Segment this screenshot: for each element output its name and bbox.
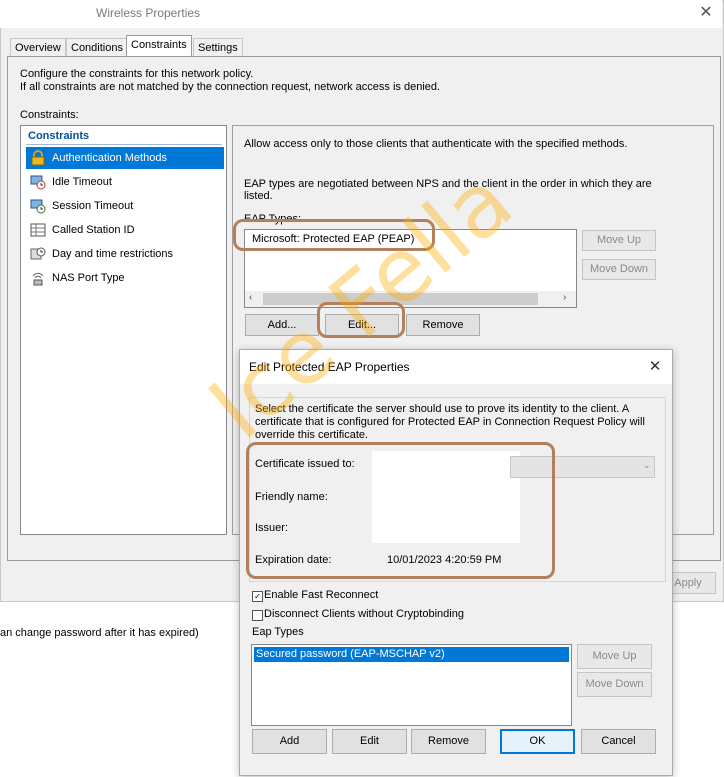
tab-settings[interactable]: Settings: [193, 38, 243, 57]
dialog-move-down-button[interactable]: Move Down: [577, 672, 652, 697]
tab-conditions[interactable]: Conditions: [66, 38, 128, 57]
scroll-right-icon[interactable]: ›: [563, 292, 566, 303]
description-line1: Configure the constraints for this netwo…: [20, 68, 254, 80]
move-down-button[interactable]: Move Down: [582, 259, 656, 280]
lock-icon: [30, 150, 46, 166]
description-line2: If all constraints are not matched by th…: [20, 81, 441, 93]
constraints-list[interactable]: Constraints Authentication Methods Idle …: [20, 125, 227, 535]
constraint-nas-port-type[interactable]: NAS Port Type: [26, 267, 224, 289]
chevron-down-icon: ⌄: [643, 460, 651, 470]
network-port-icon: [30, 270, 46, 286]
dialog-add-button[interactable]: Add: [252, 729, 327, 754]
dialog-edit-button[interactable]: Edit: [332, 729, 407, 754]
tab-overview[interactable]: Overview: [10, 38, 66, 57]
fast-reconnect-label[interactable]: Enable Fast Reconnect: [264, 589, 378, 601]
scroll-left-icon[interactable]: ‹: [249, 292, 252, 303]
constraints-list-header: Constraints: [28, 130, 90, 142]
move-up-button[interactable]: Move Up: [582, 230, 656, 251]
dialog-close-button[interactable]: ✕: [644, 356, 666, 378]
constraint-idle-timeout[interactable]: Idle Timeout: [26, 171, 224, 193]
computer-clock-icon: [30, 174, 46, 190]
ok-button[interactable]: OK: [500, 729, 575, 754]
annotation-outline-certificate: [246, 442, 555, 579]
constraint-called-station-id[interactable]: Called Station ID: [26, 219, 224, 241]
dialog-eap-types-list[interactable]: Secured password (EAP-MSCHAP v2): [251, 644, 572, 726]
constraint-day-time[interactable]: Day and time restrictions: [26, 243, 224, 265]
constraint-session-timeout[interactable]: Session Timeout: [26, 195, 224, 217]
window-close-button[interactable]: ✕: [694, 2, 718, 24]
eap-item-mschap[interactable]: Secured password (EAP-MSCHAP v2): [254, 647, 569, 662]
dialog-eap-types-label: Eap Types: [252, 626, 304, 638]
background-partial-text: an change password after it has expired): [0, 627, 199, 639]
dialog-remove-button[interactable]: Remove: [411, 729, 486, 754]
disconnect-label[interactable]: Disconnect Clients without Cryptobinding: [264, 608, 464, 620]
constraint-authentication-methods[interactable]: Authentication Methods: [26, 147, 224, 169]
fast-reconnect-checkbox[interactable]: ✓: [252, 591, 263, 602]
header-divider: [26, 144, 222, 145]
disconnect-checkbox[interactable]: [252, 610, 263, 621]
constraints-label: Constraints:: [20, 109, 79, 121]
computer-clock-icon: [30, 198, 46, 214]
dialog-move-up-button[interactable]: Move Up: [577, 644, 652, 669]
allow-access-text: Allow access only to those clients that …: [244, 138, 628, 150]
tab-constraints[interactable]: Constraints: [126, 35, 192, 57]
cancel-button[interactable]: Cancel: [581, 729, 656, 754]
table-icon: [30, 222, 46, 238]
window-title: Wireless Properties: [96, 6, 201, 20]
clock-icon: [30, 246, 46, 262]
